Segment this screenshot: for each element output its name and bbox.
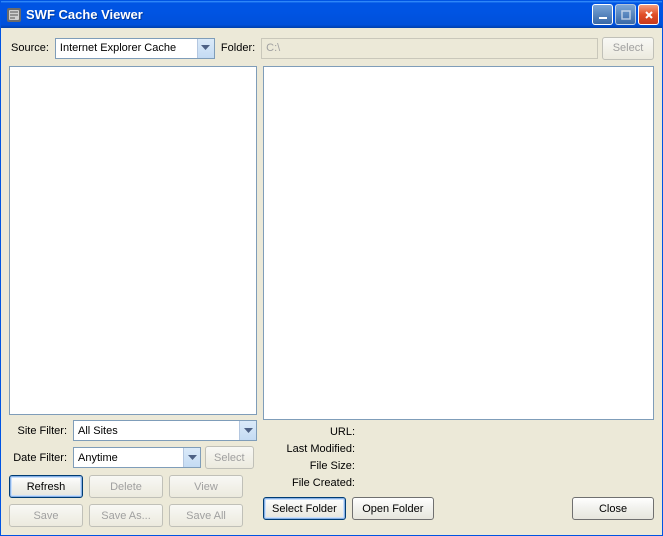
site-filter-label: Site Filter: — [9, 425, 69, 437]
open-folder-button[interactable]: Open Folder — [352, 497, 434, 520]
url-label: URL: — [263, 426, 359, 438]
folder-label: Folder: — [219, 42, 257, 54]
app-window: SWF Cache Viewer Source: Internet Explor… — [0, 0, 663, 536]
right-bottom-row: Select Folder Open Folder Close — [263, 497, 654, 520]
date-select-button: Select — [205, 446, 254, 469]
close-button[interactable]: Close — [572, 497, 654, 520]
chevron-down-icon — [239, 421, 256, 440]
action-row-1: Refresh Delete View — [9, 475, 257, 498]
date-filter-value: Anytime — [78, 452, 183, 464]
top-row: Source: Internet Explorer Cache Folder: … — [9, 36, 654, 60]
info-area: URL: Last Modified: File Size: File Crea… — [263, 424, 654, 491]
info-created-row: File Created: — [263, 475, 654, 491]
left-column: Site Filter: All Sites Date Filter: Anyt… — [9, 66, 257, 527]
source-label: Source: — [9, 42, 51, 54]
info-modified-row: Last Modified: — [263, 441, 654, 457]
site-filter-value: All Sites — [78, 425, 239, 437]
folder-input-value: C:\ — [266, 42, 280, 54]
action-row-2: Save Save As... Save All — [9, 504, 257, 527]
middle-area: Site Filter: All Sites Date Filter: Anyt… — [9, 66, 654, 527]
created-label: File Created: — [263, 477, 359, 489]
save-all-button: Save All — [169, 504, 243, 527]
view-button: View — [169, 475, 243, 498]
size-label: File Size: — [263, 460, 359, 472]
close-window-button[interactable] — [638, 4, 659, 25]
site-filter-row: Site Filter: All Sites — [9, 419, 257, 442]
delete-button: Delete — [89, 475, 163, 498]
folder-select-button: Select — [602, 37, 654, 60]
site-filter-select[interactable]: All Sites — [73, 420, 257, 441]
window-title: SWF Cache Viewer — [26, 7, 592, 22]
titlebar[interactable]: SWF Cache Viewer — [1, 1, 662, 28]
save-as-button: Save As... — [89, 504, 163, 527]
folder-input: C:\ — [261, 38, 598, 59]
source-select[interactable]: Internet Explorer Cache — [55, 38, 215, 59]
chevron-down-icon — [183, 448, 200, 467]
date-filter-select[interactable]: Anytime — [73, 447, 201, 468]
client-area: Source: Internet Explorer Cache Folder: … — [1, 28, 662, 535]
chevron-down-icon — [197, 39, 214, 58]
source-select-value: Internet Explorer Cache — [60, 42, 197, 54]
date-filter-label: Date Filter: — [9, 452, 69, 464]
select-folder-button[interactable]: Select Folder — [263, 497, 346, 520]
app-icon — [6, 7, 22, 23]
date-filter-row: Date Filter: Anytime Select — [9, 446, 257, 469]
window-buttons — [592, 4, 659, 25]
file-list-panel[interactable] — [9, 66, 257, 415]
minimize-button[interactable] — [592, 4, 613, 25]
maximize-button — [615, 4, 636, 25]
modified-label: Last Modified: — [263, 443, 359, 455]
right-column: URL: Last Modified: File Size: File Crea… — [263, 66, 654, 527]
info-size-row: File Size: — [263, 458, 654, 474]
preview-panel[interactable] — [263, 66, 654, 420]
info-url-row: URL: — [263, 424, 654, 440]
save-button: Save — [9, 504, 83, 527]
refresh-button[interactable]: Refresh — [9, 475, 83, 498]
